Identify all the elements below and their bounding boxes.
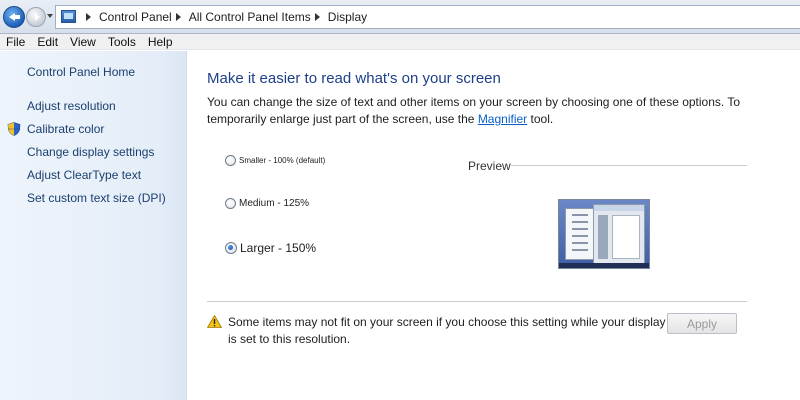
radio-larger[interactable] — [225, 242, 237, 254]
radio-smaller[interactable] — [225, 155, 236, 166]
address-bar: Control Panel All Control Panel Items Di… — [0, 0, 800, 34]
description-text-end: tool. — [527, 112, 554, 126]
preview-thumbnail — [558, 199, 650, 269]
menu-help[interactable]: Help — [148, 35, 173, 49]
breadcrumb-all-items[interactable]: All Control Panel Items — [189, 10, 311, 24]
sidebar-adjust-resolution[interactable]: Adjust resolution — [27, 99, 116, 113]
option-medium[interactable]: Medium - 125% — [225, 198, 309, 209]
sidebar-change-display-settings[interactable]: Change display settings — [27, 145, 154, 159]
breadcrumb-control-panel[interactable]: Control Panel — [99, 10, 172, 24]
address-field[interactable]: Control Panel All Control Panel Items Di… — [55, 5, 800, 29]
sidebar-custom-text-size[interactable]: Set custom text size (DPI) — [27, 191, 166, 205]
preview-label: Preview — [468, 159, 511, 173]
breadcrumb-separator-icon[interactable] — [86, 13, 91, 21]
page-title: Make it easier to read what's on your sc… — [207, 70, 501, 87]
warning-message: Some items may not fit on your screen if… — [228, 315, 666, 346]
sidebar-control-panel-home[interactable]: Control Panel Home — [27, 65, 135, 79]
preview-taskbar — [559, 263, 649, 268]
page-description: You can change the size of text and othe… — [207, 94, 747, 128]
option-larger-label: Larger - 150% — [240, 241, 317, 255]
option-smaller-label: Smaller - 100% (default) — [239, 156, 326, 165]
option-medium-label: Medium - 125% — [239, 198, 310, 209]
radio-medium[interactable] — [225, 198, 236, 209]
warning-icon — [207, 315, 222, 328]
magnifier-link[interactable]: Magnifier — [478, 112, 527, 126]
option-smaller[interactable]: Smaller - 100% (default) — [225, 155, 325, 166]
forward-arrow-icon[interactable] — [26, 7, 46, 27]
menu-bar: File Edit View Tools Help — [0, 34, 800, 50]
section-divider — [207, 301, 747, 302]
breadcrumb: Control Panel All Control Panel Items Di… — [82, 10, 367, 24]
menu-edit[interactable]: Edit — [37, 35, 58, 49]
option-larger[interactable]: Larger - 150% — [225, 241, 316, 255]
back-arrow-icon[interactable] — [3, 6, 25, 28]
sidebar-calibrate-color[interactable]: Calibrate color — [27, 122, 104, 136]
control-panel-icon — [61, 10, 76, 23]
recent-pages-dropdown-icon[interactable] — [47, 14, 53, 18]
apply-button[interactable]: Apply — [667, 313, 737, 334]
sidebar-adjust-cleartype[interactable]: Adjust ClearType text — [27, 168, 141, 182]
preview-divider — [511, 165, 747, 166]
menu-view[interactable]: View — [70, 35, 96, 49]
sidebar: Control Panel Home Adjust resolution Cal… — [0, 51, 187, 400]
description-text: You can change the size of text and othe… — [207, 95, 741, 126]
uac-shield-icon — [7, 122, 21, 136]
breadcrumb-separator-icon[interactable] — [175, 13, 181, 21]
breadcrumb-separator-icon[interactable] — [314, 13, 320, 21]
menu-tools[interactable]: Tools — [108, 35, 136, 49]
menu-file[interactable]: File — [6, 35, 25, 49]
breadcrumb-display[interactable]: Display — [328, 10, 367, 24]
main-content: Make it easier to read what's on your sc… — [188, 51, 800, 400]
preview-window-front — [593, 204, 645, 264]
